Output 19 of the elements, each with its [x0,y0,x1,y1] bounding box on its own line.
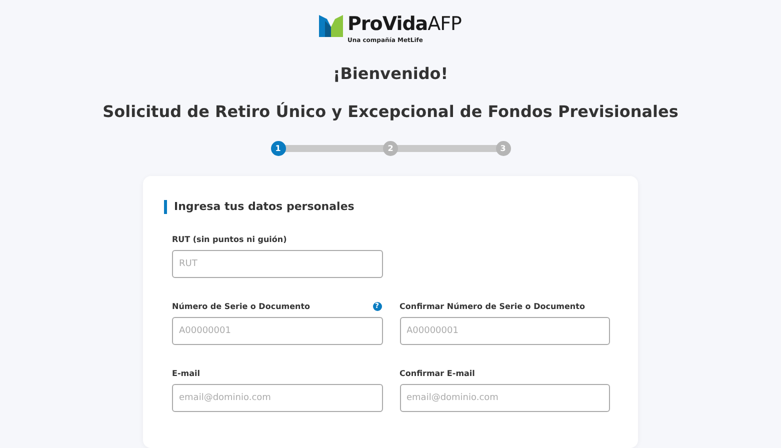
field-label: Número de Serie o Documento [172,302,310,310]
input-field[interactable]: email@dominio.com [172,384,382,412]
input-field[interactable]: A00000001 [172,317,382,345]
step-indicator: 2 [383,141,398,156]
field-label: RUT (sin puntos ni guión) [172,234,287,244]
input-field[interactable]: email@dominio.com [400,384,610,412]
step-indicator: 3 [496,141,510,156]
step-indicator: 1 [270,141,286,156]
section-heading: Ingresa tus datos personales [164,200,610,214]
field-label: Confirmar E-mail [400,368,475,378]
page-title: Solicitud de Retiro Único y Excepcional de Fondos Previsionales [102,102,678,122]
welcome-heading: ¡Bienvenido! [332,64,448,84]
field-label: Confirmar Número de Serie o Documento [400,302,585,310]
input-field[interactable]: A00000001 [400,317,610,345]
logo-brand: ProVida [347,13,428,35]
field-label: E-mail [172,368,200,378]
logo-suffix: AFP [428,13,462,35]
logo-icon [319,13,344,37]
input-field[interactable]: RUT [172,250,383,278]
